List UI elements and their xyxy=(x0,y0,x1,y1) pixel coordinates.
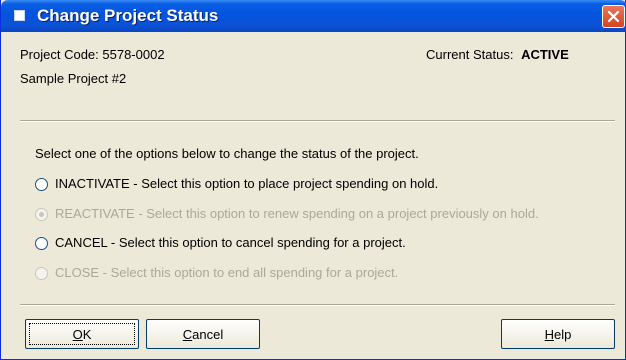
option-cancel-name: CANCEL xyxy=(55,235,108,250)
option-inactivate-name: INACTIVATE xyxy=(55,176,130,191)
current-status-value: ACTIVE xyxy=(521,47,569,62)
divider xyxy=(20,304,615,306)
option-cancel[interactable]: CANCEL - Select this option to cancel sp… xyxy=(35,235,615,253)
cancel-button[interactable]: Cancel xyxy=(146,319,260,349)
radio-reactivate xyxy=(35,208,48,221)
project-name: Sample Project #2 xyxy=(20,71,127,86)
option-inactivate-desc: Select this option to place project spen… xyxy=(141,176,439,191)
close-button[interactable] xyxy=(602,5,625,28)
radio-close xyxy=(35,267,48,280)
option-close-desc: Select this option to end all spending f… xyxy=(110,265,399,280)
project-code-value: 5578-0002 xyxy=(102,47,165,62)
ok-button[interactable]: OK xyxy=(25,319,139,349)
divider xyxy=(20,120,615,122)
radio-cancel[interactable] xyxy=(35,237,48,250)
window-menu-icon[interactable] xyxy=(14,10,25,21)
option-close-name: CLOSE xyxy=(55,265,100,280)
current-status-label: Current Status: xyxy=(426,47,514,62)
help-button[interactable]: Help xyxy=(501,319,615,349)
close-icon xyxy=(607,10,620,23)
current-status: Current Status: ACTIVE xyxy=(426,47,569,62)
option-cancel-desc: Select this option to cancel spending fo… xyxy=(118,235,406,250)
option-reactivate-desc: Select this option to renew spending on … xyxy=(146,206,539,221)
option-close: CLOSE - Select this option to end all sp… xyxy=(35,265,615,283)
project-code-label: Project Code: 5578-0002 xyxy=(20,47,165,62)
option-reactivate-name: REACTIVATE xyxy=(55,206,135,221)
title-bar[interactable]: Change Project Status xyxy=(1,0,626,32)
window-title: Change Project Status xyxy=(37,6,219,25)
option-reactivate: REACTIVATE - Select this option to renew… xyxy=(35,206,615,224)
radio-inactivate[interactable] xyxy=(35,178,48,191)
instruction-text: Select one of the options below to chang… xyxy=(35,146,419,161)
option-inactivate[interactable]: INACTIVATE - Select this option to place… xyxy=(35,176,615,194)
change-status-dialog: Change Project Status Project Code: 5578… xyxy=(0,0,626,360)
